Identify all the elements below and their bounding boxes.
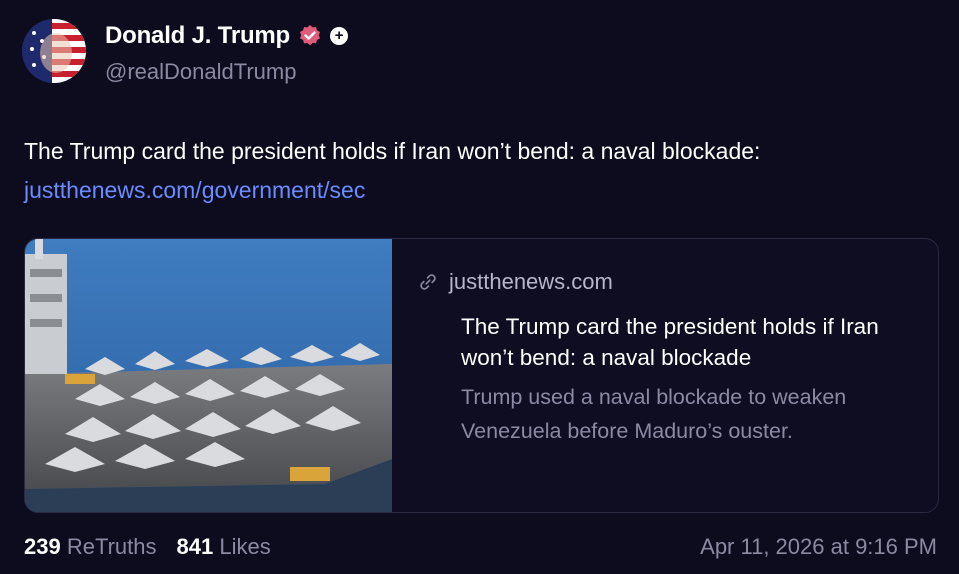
link-icon bbox=[417, 271, 439, 293]
avatar-flag-portrait-icon bbox=[22, 19, 86, 83]
card-domain-row[interactable]: justthenews.com bbox=[417, 269, 613, 295]
retruths-label: ReTruths bbox=[66, 534, 157, 559]
retruths-stat[interactable]: 239 ReTruths bbox=[24, 534, 157, 560]
truth-post: Donald J. Trump + @realDonaldTrump The T… bbox=[0, 0, 959, 574]
card-image[interactable] bbox=[25, 239, 392, 512]
post-link[interactable]: justthenews.com/government/sec bbox=[24, 175, 365, 205]
post-text: The Trump card the president holds if Ir… bbox=[24, 138, 761, 164]
author-display-name[interactable]: Donald J. Trump bbox=[105, 22, 290, 50]
likes-stat[interactable]: 841 Likes bbox=[177, 534, 271, 560]
plus-icon[interactable]: + bbox=[330, 27, 349, 45]
post-timestamp[interactable]: Apr 11, 2026 at 9:16 PM bbox=[700, 534, 937, 560]
post-stats: 239 ReTruths 841 Likes bbox=[24, 534, 271, 560]
link-preview-card[interactable]: justthenews.com The Trump card the presi… bbox=[24, 238, 939, 513]
author-name-row[interactable]: Donald J. Trump + bbox=[105, 22, 349, 50]
card-description: Trump used a naval blockade to weaken Ve… bbox=[461, 385, 847, 443]
likes-count: 841 bbox=[176, 534, 214, 559]
verified-badge-icon bbox=[298, 24, 322, 48]
card-title[interactable]: The Trump card the president holds if Ir… bbox=[461, 311, 921, 373]
author-handle[interactable]: @realDonaldTrump bbox=[105, 59, 296, 85]
aircraft-carrier-photo bbox=[25, 239, 392, 512]
card-domain: justthenews.com bbox=[449, 269, 613, 294]
retruths-count: 239 bbox=[24, 534, 61, 559]
avatar[interactable] bbox=[22, 19, 86, 83]
likes-label: Likes bbox=[219, 534, 271, 559]
